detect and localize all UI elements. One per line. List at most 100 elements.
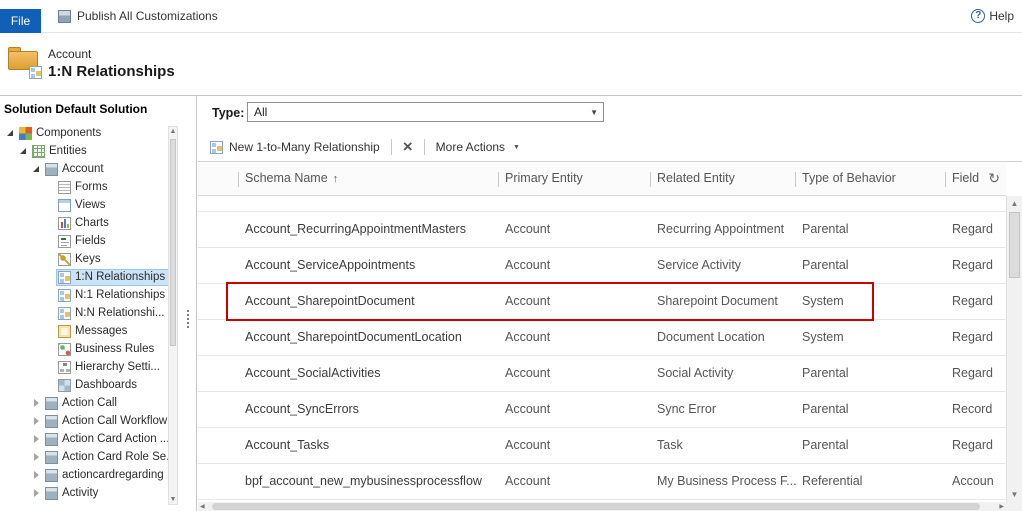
tree-item[interactable]: actioncardregarding: [0, 466, 168, 484]
tree-expand-arrow[interactable]: [32, 434, 43, 445]
tree-expand-arrow[interactable]: [32, 416, 43, 427]
tree-expand-arrow[interactable]: [45, 308, 56, 319]
cell-related-entity: My Business Process F...: [657, 474, 797, 488]
table-row[interactable]: Account_ServiceAppointments Account Serv…: [198, 248, 1006, 284]
grid-vertical-scrollbar[interactable]: ▲ ▼: [1006, 196, 1022, 502]
tree-node[interactable]: Activity: [43, 485, 103, 502]
tree-expand-arrow[interactable]: [45, 200, 56, 211]
tree-node[interactable]: Hierarchy Setti...: [56, 359, 165, 376]
tree-item[interactable]: Dashboards: [0, 376, 168, 394]
grid-horizontal-scrollbar-thumb[interactable]: [212, 503, 980, 510]
tree-expand-arrow[interactable]: [32, 488, 43, 499]
grid-horizontal-scrollbar[interactable]: ◀ ▶: [198, 502, 1006, 511]
tree-expand-arrow[interactable]: [32, 452, 43, 463]
tree-item[interactable]: Activity: [0, 484, 168, 502]
tree-node[interactable]: actioncardregarding: [43, 467, 168, 484]
file-tab[interactable]: File: [0, 9, 41, 33]
tree-expand-arrow[interactable]: [6, 128, 17, 139]
tree-node[interactable]: Fields: [56, 233, 111, 250]
tree-expand-arrow[interactable]: [19, 146, 30, 157]
table-row[interactable]: Account_SocialActivities Account Social …: [198, 356, 1006, 392]
publish-all-customizations-button[interactable]: Publish All Customizations: [58, 9, 218, 23]
column-header-schema-name[interactable]: Schema Name ↑: [245, 171, 338, 185]
tree-item[interactable]: Account: [0, 160, 168, 178]
scroll-down-icon[interactable]: ▼: [1007, 490, 1022, 499]
tree-node[interactable]: N:1 Relationships: [56, 287, 168, 304]
tree-expand-arrow[interactable]: [45, 272, 56, 283]
tree-node[interactable]: Keys: [56, 251, 106, 268]
tree-node[interactable]: Action Call: [43, 395, 122, 412]
tree-item[interactable]: Charts: [0, 214, 168, 232]
tree-item[interactable]: N:N Relationshi...: [0, 304, 168, 322]
tree-node[interactable]: Business Rules: [56, 341, 159, 358]
tree-item[interactable]: Views: [0, 196, 168, 214]
pane-splitter-handle[interactable]: [187, 310, 189, 328]
help-icon: ?: [971, 9, 986, 23]
tree-node[interactable]: Components: [17, 125, 106, 142]
tree-expand-arrow[interactable]: [45, 218, 56, 229]
grid-vertical-scrollbar-thumb[interactable]: [1009, 212, 1020, 278]
tree-expand-arrow[interactable]: [32, 398, 43, 409]
sidebar-scrollbar[interactable]: ▲ ▼: [168, 126, 178, 505]
tree-expand-arrow[interactable]: [45, 344, 56, 355]
scroll-right-icon[interactable]: ▶: [999, 503, 1004, 510]
tree-expand-arrow[interactable]: [45, 182, 56, 193]
tree-item[interactable]: Action Call: [0, 394, 168, 412]
tree-expand-arrow[interactable]: [45, 326, 56, 337]
tree-item[interactable]: Fields: [0, 232, 168, 250]
tree-item[interactable]: Forms: [0, 178, 168, 196]
more-actions-button[interactable]: More Actions ▼: [436, 140, 520, 154]
tree-item[interactable]: Messages: [0, 322, 168, 340]
tree-item[interactable]: Components: [0, 124, 168, 142]
help-link[interactable]: ? Help: [971, 9, 1014, 23]
tree-node[interactable]: Account: [43, 161, 109, 178]
tree-node[interactable]: Dashboards: [56, 377, 142, 394]
tree-expand-arrow[interactable]: [45, 362, 56, 373]
column-header-related-entity[interactable]: Related Entity: [657, 171, 735, 185]
scroll-up-icon[interactable]: ▲: [1007, 199, 1022, 208]
table-row[interactable]: Account_RecurringAppointmentMasters Acco…: [198, 212, 1006, 248]
tree-item[interactable]: N:1 Relationships: [0, 286, 168, 304]
table-row[interactable]: Account_SharepointDocument Account Share…: [198, 282, 1006, 321]
column-header-primary-entity[interactable]: Primary Entity: [505, 171, 583, 185]
tree-expand-arrow[interactable]: [32, 470, 43, 481]
tree-expand-arrow[interactable]: [45, 290, 56, 301]
tree-expand-arrow[interactable]: [45, 236, 56, 247]
tree-item[interactable]: Action Card Action ...: [0, 430, 168, 448]
sidebar-scrollbar-thumb[interactable]: [170, 139, 176, 347]
table-row[interactable]: Account_SyncErrors Account Sync Error Pa…: [198, 392, 1006, 428]
tree-node[interactable]: Action Call Workflow: [43, 413, 168, 430]
tree-node[interactable]: Forms: [56, 179, 113, 196]
tree-node[interactable]: Action Card Role Se...: [43, 449, 168, 466]
tree-node[interactable]: N:N Relationshi...: [56, 305, 168, 322]
tree-item[interactable]: Action Card Role Se...: [0, 448, 168, 466]
tree-node[interactable]: Charts: [56, 215, 114, 232]
type-filter-select[interactable]: All ▼: [247, 102, 604, 122]
tree-node[interactable]: Action Card Action ...: [43, 431, 168, 448]
refresh-icon[interactable]: ↻: [988, 170, 1000, 187]
table-row[interactable]: bpf_account_new_mybusinessprocessflow Ac…: [198, 464, 1006, 500]
tree-node[interactable]: Messages: [56, 323, 132, 340]
tree-item[interactable]: Business Rules: [0, 340, 168, 358]
tree-node[interactable]: Entities: [30, 143, 92, 160]
column-header-type-of-behavior[interactable]: Type of Behavior: [802, 171, 896, 185]
table-row[interactable]: Account_SharepointDocumentLocation Accou…: [198, 320, 1006, 356]
tree-item[interactable]: Keys: [0, 250, 168, 268]
tree-item[interactable]: Action Call Workflow: [0, 412, 168, 430]
tree-expand-arrow[interactable]: [45, 380, 56, 391]
tree-node[interactable]: 1:N Relationships: [56, 268, 168, 286]
delete-button[interactable]: ×: [403, 138, 413, 155]
tree-expand-arrow[interactable]: [45, 254, 56, 265]
scroll-left-icon[interactable]: ◀: [200, 503, 205, 510]
tree-item[interactable]: Entities: [0, 142, 168, 160]
scroll-down-icon[interactable]: ▼: [169, 496, 177, 503]
scroll-up-icon[interactable]: ▲: [169, 128, 177, 135]
tree-node[interactable]: Views: [56, 197, 110, 214]
tree-item[interactable]: Hierarchy Setti...: [0, 358, 168, 376]
tree-item-label: 1:N Relationships: [75, 271, 166, 283]
column-header-field[interactable]: Field: [952, 171, 979, 185]
table-row[interactable]: Account_Tasks Account Task Parental Rega…: [198, 428, 1006, 464]
tree-expand-arrow[interactable]: [32, 164, 43, 175]
new-relationship-button[interactable]: New 1-to-Many Relationship: [210, 140, 380, 154]
tree-item[interactable]: 1:N Relationships: [0, 268, 168, 286]
